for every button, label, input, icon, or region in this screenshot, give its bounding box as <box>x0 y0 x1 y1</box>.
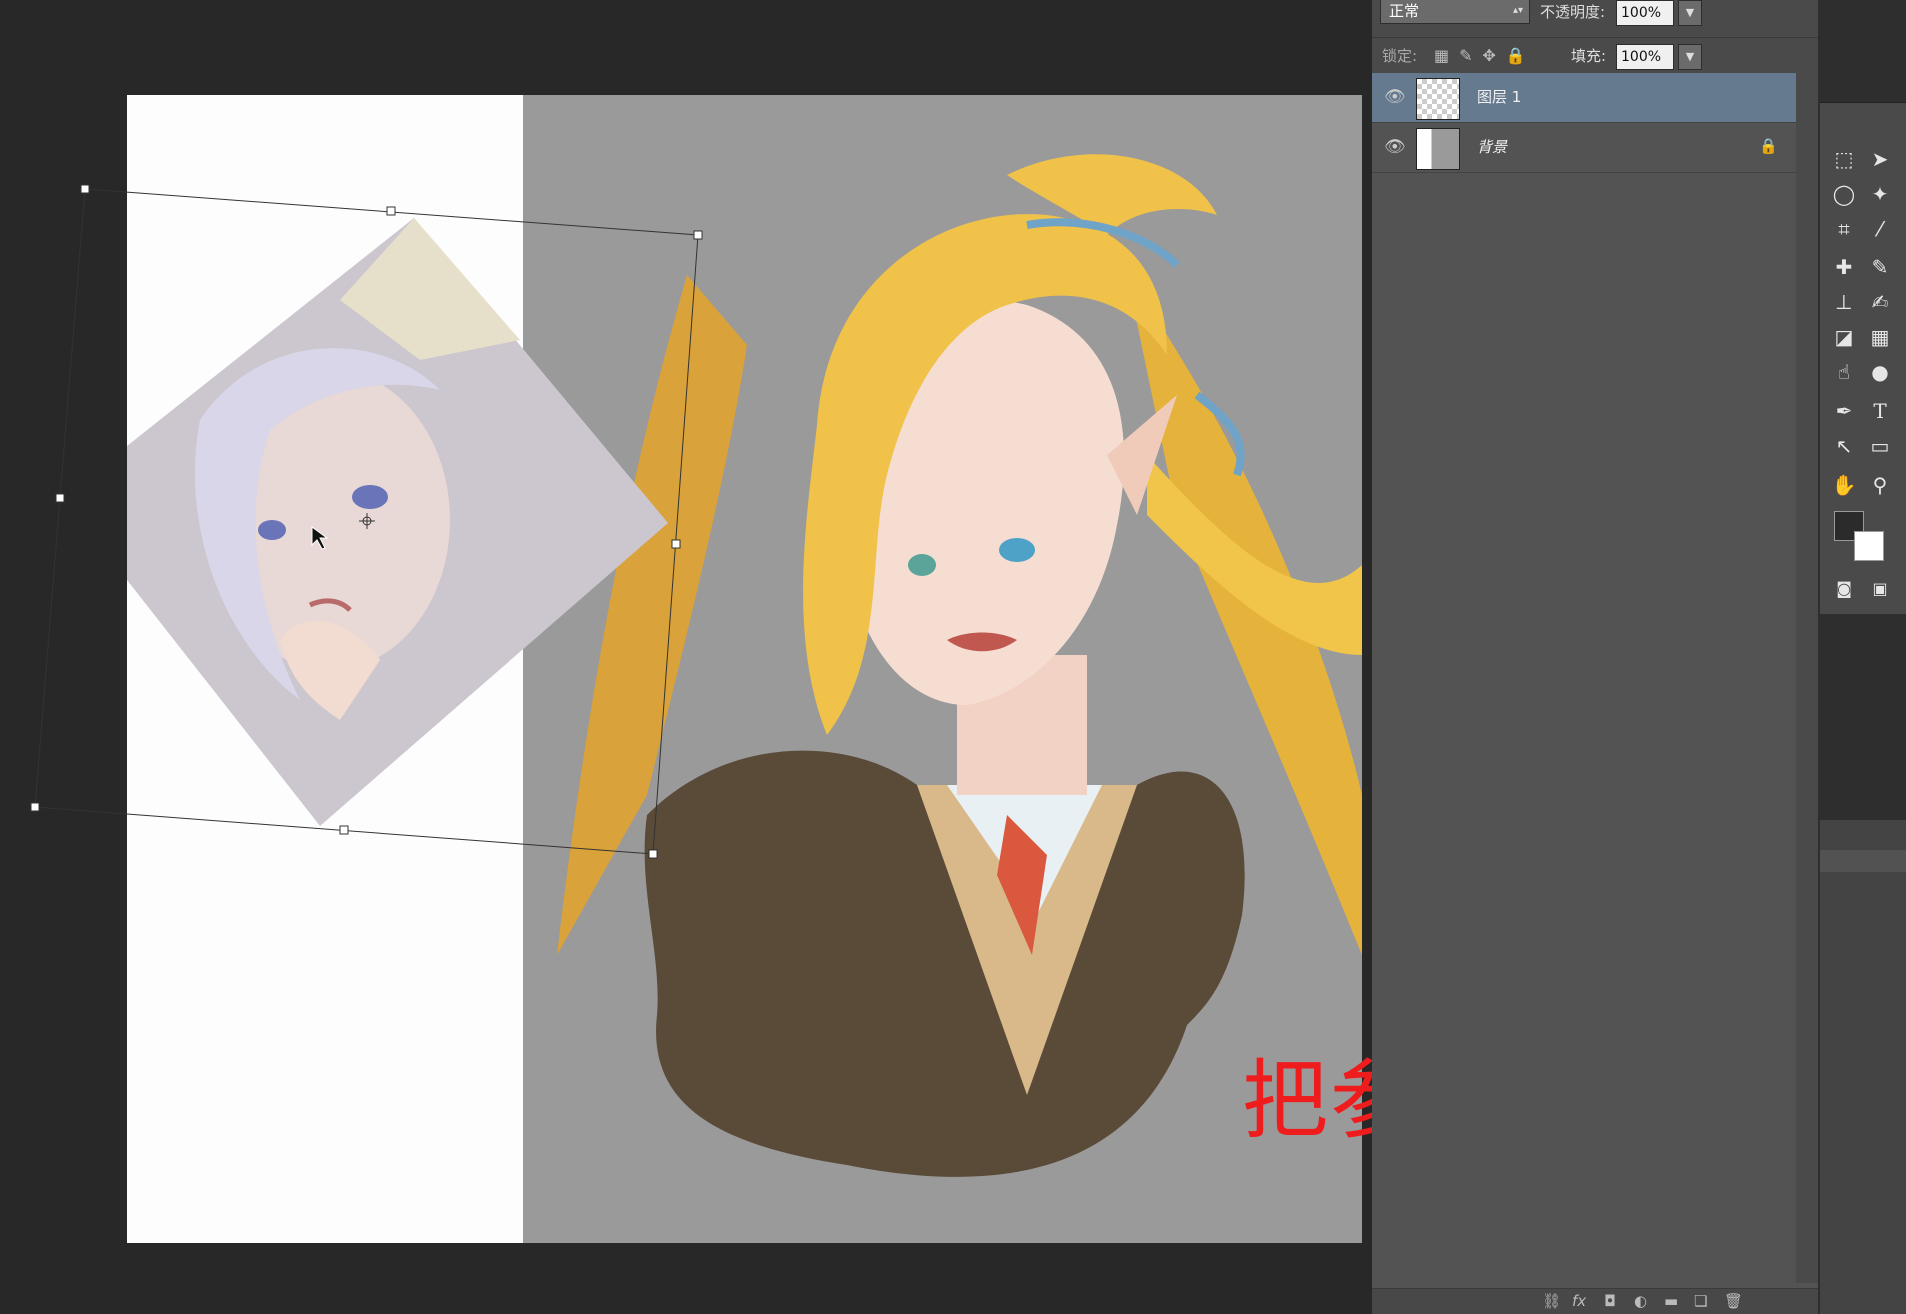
delete-layer-icon[interactable]: 🗑 <box>1724 1292 1743 1310</box>
quick-mask-icon[interactable]: ◙ <box>1826 573 1862 605</box>
adjustment-layer-icon[interactable]: ◐ <box>1634 1292 1647 1310</box>
type-icon[interactable]: T <box>1862 395 1898 427</box>
layer-row-layer1[interactable]: 👁 图层 1 <box>1372 73 1796 123</box>
link-layers-icon[interactable]: ⛓ <box>1542 1292 1561 1310</box>
layer-thumbnail <box>1416 78 1460 120</box>
eyedropper-icon[interactable]: ⁄ <box>1862 213 1898 245</box>
path-select-icon[interactable]: ↖ <box>1826 430 1862 462</box>
select-arrows-icon: ▴▾ <box>1512 5 1523 16</box>
panel-dock <box>1820 820 1906 1314</box>
layer-name: 图层 1 <box>1477 88 1522 106</box>
move-icon[interactable]: ➤ <box>1862 143 1898 175</box>
stamp-icon[interactable]: ⊥ <box>1826 286 1862 318</box>
gradient-icon[interactable]: ▦ <box>1862 321 1898 353</box>
add-mask-icon[interactable]: ◘ <box>1604 1292 1616 1310</box>
tools-panel: ⬚ ➤ ◯ ✦ ⌗ ⁄ ✚ ✎ ⊥ ✍ ◪ ▦ ☝ ● ✒ T ↖ ▭ ✋ ⚲ … <box>1818 0 1906 1314</box>
fx-icon[interactable]: fx <box>1572 1292 1586 1310</box>
eraser-icon[interactable]: ◪ <box>1826 321 1862 353</box>
layer-row-background[interactable]: 👁 背景 🔒 <box>1372 123 1796 173</box>
new-layer-icon[interactable]: ❏ <box>1694 1292 1707 1310</box>
history-brush-icon[interactable]: ✍ <box>1862 286 1898 318</box>
crop-icon[interactable]: ⌗ <box>1826 213 1862 245</box>
lock-icons[interactable]: ▦✎✥🔒 <box>1434 43 1536 69</box>
shape-icon[interactable]: ▭ <box>1862 430 1898 462</box>
tools-strip: ⬚ ➤ ◯ ✦ ⌗ ⁄ ✚ ✎ ⊥ ✍ ◪ ▦ ☝ ● ✒ T ↖ ▭ ✋ ⚲ … <box>1820 102 1906 614</box>
layer-thumbnail <box>1416 128 1460 170</box>
fill-field[interactable]: 100% <box>1616 44 1674 70</box>
blend-opacity-row: 正常 ▴▾ 不透明度: 100% ▼ <box>1372 0 1818 38</box>
layers-panel: 正常 ▴▾ 不透明度: 100% ▼ 锁定: ▦✎✥🔒 填充: 100% ▼ 👁… <box>1372 0 1818 1314</box>
lock-icon: 🔒 <box>1759 137 1778 155</box>
layers-bottom-bar: ⛓ fx ◘ ◐ ▬ ❏ 🗑 <box>1372 1288 1818 1314</box>
brush-icon[interactable]: ✎ <box>1862 251 1898 283</box>
layers-scrollbar[interactable] <box>1796 73 1818 1283</box>
lasso-icon[interactable]: ◯ <box>1826 178 1862 210</box>
document-workspace[interactable]: 把参考放在边上 <box>0 0 1856 1314</box>
marquee-icon[interactable]: ⬚ <box>1826 143 1862 175</box>
lock-fill-row: 锁定: ▦✎✥🔒 填充: 100% ▼ <box>1372 38 1818 76</box>
screen-mode-icon[interactable]: ▣ <box>1862 573 1898 605</box>
placed-reference-image[interactable] <box>0 0 700 850</box>
opacity-field[interactable]: 100% <box>1616 0 1674 26</box>
visibility-eye-icon[interactable]: 👁 <box>1384 87 1406 107</box>
hand-icon[interactable]: ✋ <box>1826 469 1862 501</box>
opacity-label: 不透明度: <box>1540 3 1606 21</box>
magic-wand-icon[interactable]: ✦ <box>1862 178 1898 210</box>
lock-label: 锁定: <box>1382 47 1418 65</box>
new-group-icon[interactable]: ▬ <box>1664 1292 1678 1310</box>
dodge-icon[interactable]: ● <box>1862 356 1898 388</box>
dock-band <box>1820 850 1906 872</box>
opacity-dropdown-icon[interactable]: ▼ <box>1678 0 1702 26</box>
pen-icon[interactable]: ✒ <box>1826 395 1862 427</box>
smudge-icon[interactable]: ☝ <box>1826 356 1862 388</box>
visibility-eye-icon[interactable]: 👁 <box>1384 137 1406 157</box>
layer-name: 背景 <box>1477 138 1508 156</box>
zoom-icon[interactable]: ⚲ <box>1862 469 1898 501</box>
fill-dropdown-icon[interactable]: ▼ <box>1678 44 1702 70</box>
background-color-swatch[interactable] <box>1854 531 1884 561</box>
blend-mode-select[interactable]: 正常 ▴▾ <box>1380 0 1530 24</box>
blend-mode-value: 正常 <box>1389 2 1420 20</box>
fill-label: 填充: <box>1571 47 1607 65</box>
spot-heal-icon[interactable]: ✚ <box>1826 251 1862 283</box>
